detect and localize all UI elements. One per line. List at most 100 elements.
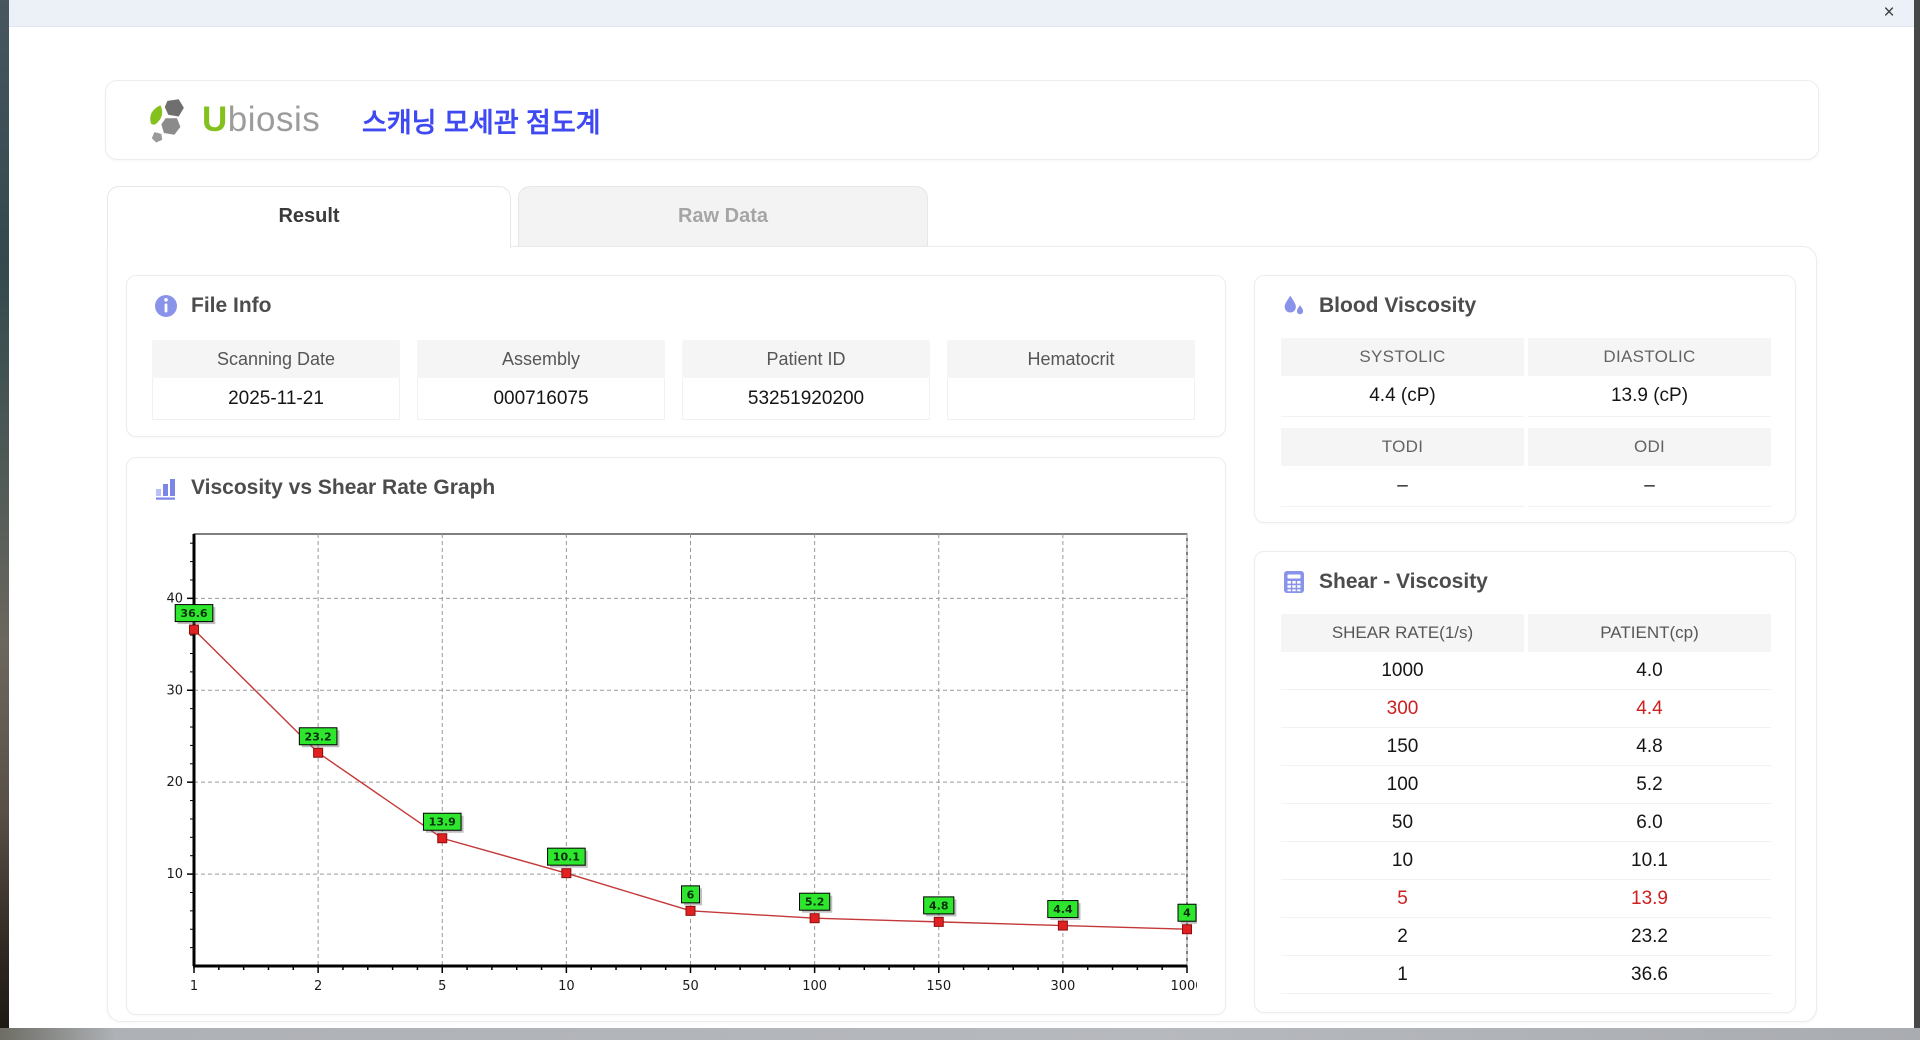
shear-rate-cell: 150 [1386, 736, 1419, 757]
svg-text:100: 100 [802, 979, 827, 994]
blood-viscosity-panel: Blood Viscosity SYSTOLIC DIASTOLIC 4.4 (… [1254, 275, 1796, 523]
field-value: 2025-11-21 [152, 378, 400, 420]
diastolic-label: DIASTOLIC [1528, 338, 1771, 376]
file-info-header: File Info [153, 293, 272, 319]
svg-text:5: 5 [438, 979, 446, 994]
patient-viscosity-cell: 10.1 [1631, 850, 1668, 871]
svg-text:4: 4 [1183, 907, 1191, 920]
field-patient-id: Patient ID 53251920200 [682, 340, 930, 420]
calculator-icon [1281, 569, 1307, 595]
field-value: 53251920200 [682, 378, 930, 420]
patient-viscosity-cell: 36.6 [1631, 964, 1668, 985]
odi-label: ODI [1528, 428, 1771, 466]
viscosity-graph-panel: Viscosity vs Shear Rate Graph 1 2 5 10 50 100… [126, 457, 1226, 1015]
table-rows: 1000 4.0 300 4.4 150 4.8 100 5.2 50 6.0 10 10.1 5 13.… [1281, 652, 1771, 994]
field-scanning-date: Scanning Date 2025-11-21 [152, 340, 400, 420]
svg-text:5.2: 5.2 [805, 896, 825, 909]
brand-wordmark: Ubiosis [202, 100, 320, 140]
result-content-card: File Info Scanning Date 2025-11-21 Assem… [107, 246, 1817, 1022]
tab-result[interactable]: Result [107, 186, 511, 248]
patient-viscosity-cell: 5.2 [1636, 774, 1663, 795]
svg-text:2: 2 [314, 979, 322, 994]
header-card: Ubiosis 스캐닝 모세관 점도계 [105, 80, 1819, 160]
field-hematocrit: Hematocrit [947, 340, 1195, 420]
table-header-row: SHEAR RATE(1/s) PATIENT(cp) [1281, 614, 1771, 652]
shear-rate-cell: 50 [1391, 812, 1414, 833]
svg-text:10.1: 10.1 [553, 851, 580, 864]
diastolic-value: 13.9 (cP) [1528, 376, 1771, 417]
systolic-value: 4.4 (cP) [1281, 376, 1524, 417]
shear-viscosity-header: Shear - Viscosity [1281, 569, 1488, 595]
shear-viscosity-table: SHEAR RATE(1/s) PATIENT(cp) 1000 4.0 300 4.… [1281, 614, 1771, 994]
svg-text:13.9: 13.9 [429, 816, 456, 829]
table-row: 2 23.2 [1281, 918, 1771, 956]
shear-rate-cell: 1 [1397, 964, 1408, 985]
field-label: Patient ID [682, 340, 930, 378]
table-row: 10 10.1 [1281, 842, 1771, 880]
table-row: 150 4.8 [1281, 728, 1771, 766]
svg-text:10: 10 [558, 979, 575, 994]
shear-rate-cell: 2 [1397, 926, 1408, 947]
patient-viscosity-cell: 6.0 [1636, 812, 1663, 833]
table-row: 300 4.4 [1281, 690, 1771, 728]
todi-label: TODI [1281, 428, 1524, 466]
svg-text:4.4: 4.4 [1053, 903, 1073, 916]
shear-rate-cell: 300 [1386, 698, 1419, 719]
svg-text:20: 20 [166, 775, 183, 790]
table-row: 1 36.6 [1281, 956, 1771, 994]
col-shear-rate: SHEAR RATE(1/s) [1281, 614, 1524, 652]
bar-chart-icon [153, 475, 179, 501]
field-value: 000716075 [417, 378, 665, 420]
svg-text:23.2: 23.2 [305, 730, 332, 743]
odi-value: – [1528, 466, 1771, 507]
desktop-background-left [0, 0, 9, 1040]
svg-text:30: 30 [166, 683, 183, 698]
patient-viscosity-cell: 23.2 [1631, 926, 1668, 947]
table-row: 1000 4.0 [1281, 652, 1771, 690]
patient-viscosity-cell: 4.0 [1636, 660, 1663, 681]
chart-container: 1 2 5 10 50 100 150 300 1000 10 20 30 4036.6 23.2 13.9… [157, 514, 1204, 1013]
shear-rate-cell: 1000 [1381, 660, 1424, 681]
svg-text:1: 1 [190, 979, 198, 994]
todi-value: – [1281, 466, 1524, 507]
blood-viscosity-title: Blood Viscosity [1319, 294, 1477, 317]
table-row: 50 6.0 [1281, 804, 1771, 842]
systolic-label: SYSTOLIC [1281, 338, 1524, 376]
svg-text:50: 50 [682, 979, 699, 994]
file-info-panel: File Info Scanning Date 2025-11-21 Assem… [126, 275, 1226, 437]
tab-raw-data[interactable]: Raw Data [518, 186, 928, 248]
close-icon[interactable]: × [1876, 1, 1902, 25]
patient-viscosity-cell: 4.8 [1636, 736, 1663, 757]
svg-text:4.8: 4.8 [929, 899, 949, 912]
app-window: × Ubiosis 스캐닝 모세관 점도계 Result Raw Data Fi… [9, 0, 1914, 1028]
droplets-icon [1281, 293, 1307, 319]
window-titlebar: × [9, 0, 1914, 27]
graph-header: Viscosity vs Shear Rate Graph [153, 475, 495, 501]
file-info-title: File Info [191, 294, 272, 317]
svg-text:36.6: 36.6 [180, 607, 207, 620]
svg-text:1000: 1000 [1170, 979, 1197, 994]
graph-title: Viscosity vs Shear Rate Graph [191, 476, 496, 499]
viscosity-chart: 1 2 5 10 50 100 150 300 1000 10 20 30 4036.6 23.2 13.9… [166, 533, 1204, 994]
brand-rest: biosis [227, 100, 321, 139]
shear-viscosity-title: Shear - Viscosity [1319, 570, 1488, 593]
table-row: 100 5.2 [1281, 766, 1771, 804]
shear-viscosity-panel: Shear - Viscosity SHEAR RATE(1/s) PATIEN… [1254, 551, 1796, 1013]
shear-rate-cell: 10 [1391, 850, 1414, 871]
ubiosis-leaf-logo-icon [144, 94, 196, 146]
field-label: Scanning Date [152, 340, 400, 378]
table-row: 5 13.9 [1281, 880, 1771, 918]
patient-viscosity-cell: 13.9 [1631, 888, 1668, 909]
svg-text:10: 10 [166, 867, 183, 882]
brand-logo: Ubiosis [144, 95, 320, 145]
col-patient: PATIENT(cp) [1528, 614, 1771, 652]
svg-text:300: 300 [1050, 979, 1075, 994]
svg-text:150: 150 [926, 979, 951, 994]
field-assembly: Assembly 000716075 [417, 340, 665, 420]
desktop-background-right [1914, 0, 1920, 1040]
field-label: Hematocrit [947, 340, 1195, 378]
field-value [947, 378, 1195, 420]
svg-text:40: 40 [166, 591, 183, 606]
blood-viscosity-header: Blood Viscosity [1281, 293, 1476, 319]
app-title-korean: 스캐닝 모세관 점도계 [362, 107, 601, 138]
